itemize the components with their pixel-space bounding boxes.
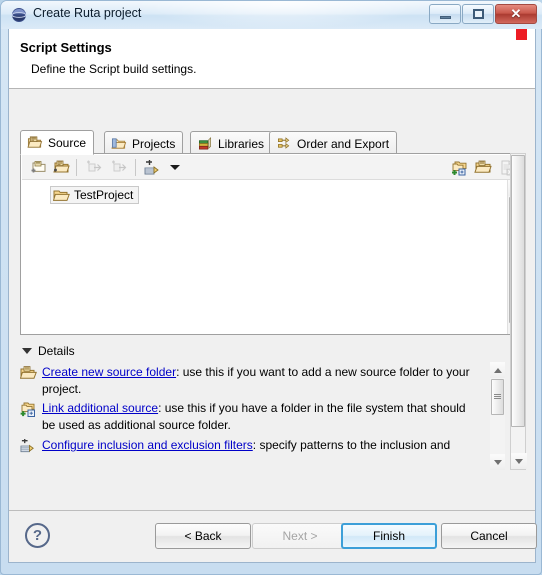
tab-label: Source: [48, 135, 87, 150]
link-source-icon[interactable]: [451, 159, 469, 176]
finish-button[interactable]: Finish: [341, 523, 437, 549]
details-label: Details: [38, 344, 75, 358]
page-title: Script Settings: [20, 40, 112, 55]
configure-filters-icon: [20, 439, 34, 453]
page-subtitle: Define the Script build settings.: [31, 62, 197, 76]
next-button: Next >: [252, 523, 348, 549]
tree-toolbar: [22, 155, 525, 180]
tab-order-and-export[interactable]: Order and Export: [269, 131, 398, 155]
toolbar-separator: [135, 159, 136, 176]
detail-item-configure-filters: Configure inclusion and exclusion filter…: [20, 437, 482, 454]
folder-source-add-icon[interactable]: [52, 159, 70, 176]
tab-projects[interactable]: Projects: [104, 131, 184, 155]
arrow-down-icon: [493, 459, 502, 465]
order-export-icon: [278, 137, 290, 149]
details-panel: Create new source folder: use this if yo…: [20, 362, 504, 470]
source-folders-tree[interactable]: TestProject: [22, 180, 509, 334]
page-scroll-thumb[interactable]: [511, 155, 525, 427]
close-button[interactable]: ✕: [495, 4, 537, 24]
move-in-icon: [87, 160, 102, 172]
arrow-up-icon: [493, 367, 502, 373]
tab-source[interactable]: Source: [20, 130, 95, 155]
tab-label: Projects: [132, 136, 176, 151]
detail-item-link-additional-source: Link additional source: use this if you …: [20, 400, 482, 434]
projects-folder-icon: [111, 138, 127, 149]
help-button[interactable]: ?: [25, 523, 50, 548]
open-folder-icon: [53, 190, 70, 201]
source-folder-icon: [27, 136, 43, 148]
tree-item-label: TestProject: [74, 188, 134, 202]
detail-item-create-source-folder: Create new source folder: use this if yo…: [20, 364, 482, 398]
tab-libraries[interactable]: Libraries: [190, 131, 273, 155]
tab-label: Order and Export: [297, 136, 390, 151]
minimize-icon: [430, 5, 460, 23]
grip-icon: [494, 394, 501, 400]
title-bar[interactable]: Create Ruta project ✕: [1, 1, 542, 29]
error-marker: [516, 29, 527, 40]
triangle-down-icon: [22, 348, 32, 354]
eclipse-sphere-icon: [11, 8, 27, 22]
back-button[interactable]: < Back: [155, 523, 251, 549]
new-folder-icon[interactable]: [474, 159, 492, 176]
maximize-button[interactable]: [462, 4, 494, 24]
move-out-icon: [112, 160, 127, 172]
window-title: Create Ruta project: [33, 6, 142, 20]
link-create-new-source-folder[interactable]: Create new source folder: [42, 365, 176, 379]
toolbar-separator: [76, 159, 77, 176]
source-folders-panel: TestProject: [20, 153, 525, 335]
details-scroll-down-button[interactable]: [490, 454, 505, 470]
details-toggle[interactable]: Details: [22, 343, 75, 359]
page-scroll-down-button[interactable]: [511, 453, 527, 469]
tab-label: Libraries: [218, 136, 265, 151]
folder-add-icon[interactable]: [30, 159, 48, 176]
cancel-button[interactable]: Cancel: [441, 523, 537, 549]
details-scroll-thumb[interactable]: [491, 379, 504, 415]
tree-item-testproject[interactable]: TestProject: [50, 186, 140, 204]
minimize-button[interactable]: [429, 4, 461, 24]
link-additional-source-icon: [20, 402, 35, 417]
dialog-window: Create Ruta project ✕ Script Settings De…: [0, 0, 542, 575]
button-bar: ? < Back Next > Finish Cancel: [9, 510, 537, 562]
filter-icon[interactable]: [143, 159, 163, 176]
page-scrollbar[interactable]: [510, 153, 527, 470]
libraries-books-icon: [199, 136, 211, 150]
content-area: Source Projects Libraries Order and Expo…: [9, 90, 535, 515]
details-scrollbar[interactable]: [490, 362, 505, 470]
close-icon: ✕: [510, 6, 522, 21]
arrow-down-icon: [515, 458, 523, 464]
details-scroll-up-button[interactable]: [490, 362, 505, 378]
tab-bar: Source Projects Libraries Order and Expo…: [20, 130, 525, 155]
link-link-additional-source[interactable]: Link additional source: [42, 401, 158, 415]
restore-icon: [463, 5, 493, 23]
detail-text: : specify patterns to the inclusion and: [252, 438, 451, 452]
link-configure-filters[interactable]: Configure inclusion and exclusion filter…: [42, 438, 253, 452]
wizard-header: Script Settings Define the Script build …: [9, 29, 535, 89]
chevron-down-icon[interactable]: [166, 159, 184, 176]
dialog-body: Script Settings Define the Script build …: [8, 29, 537, 563]
create-source-folder-icon: [20, 366, 37, 379]
